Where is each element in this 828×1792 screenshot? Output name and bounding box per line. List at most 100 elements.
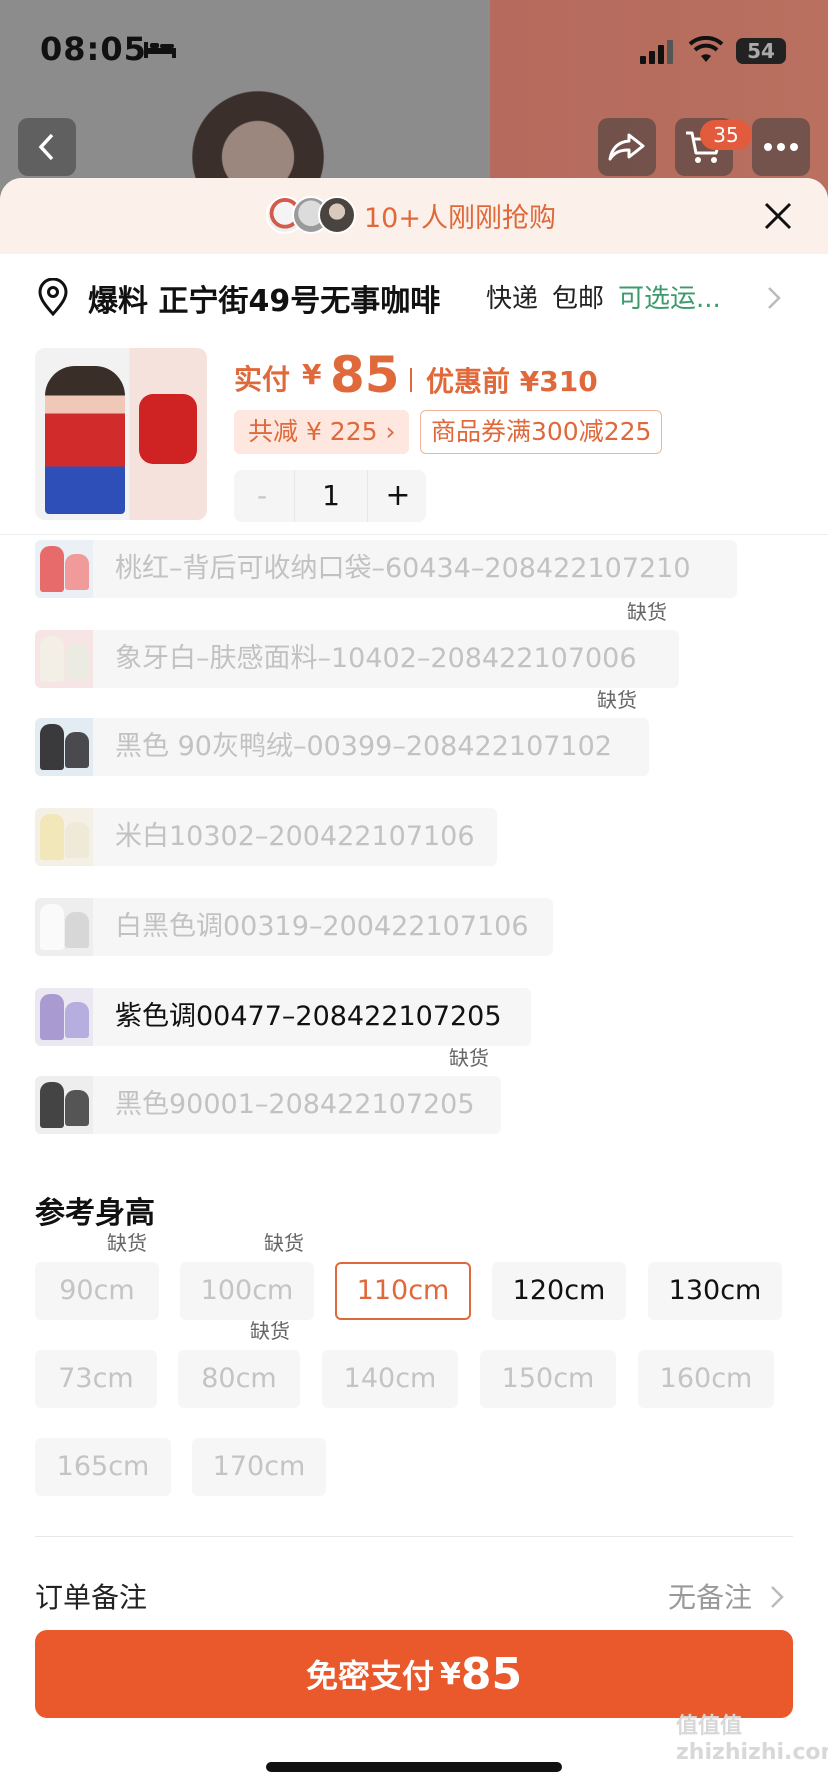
original-price: 优惠前 ¥310 (426, 365, 598, 398)
color-option-label: 象牙白–肤感面料–10402–208422107006 (115, 643, 637, 674)
size-option[interactable]: 150cm (480, 1350, 616, 1408)
shipping-fee: 包邮 (552, 284, 605, 314)
size-option[interactable]: 140cm (322, 1350, 458, 1408)
size-option-label: 140cm (343, 1363, 437, 1394)
color-option-thumbnail (35, 808, 93, 866)
quantity-increase-button[interactable]: + (370, 470, 426, 522)
color-option[interactable]: 黑色90001–208422107205 缺货 (35, 1046, 501, 1134)
pay-amount: 85 (460, 1648, 523, 1700)
sku-selection-sheet: 10+人刚刚抢购 爆料 正宁街49号无事咖啡 快递 包邮 可选运... 实付 ¥… (0, 178, 828, 1792)
size-option-label: 165cm (56, 1451, 150, 1482)
pay-button-label: 免密支付 (305, 1657, 434, 1695)
total-discount-button[interactable]: 共减 ¥ 225 › (234, 410, 410, 454)
more-options-button[interactable] (752, 118, 810, 176)
close-icon[interactable] (756, 194, 800, 238)
size-option-label: 150cm (501, 1363, 595, 1394)
out-of-stock-label: 缺货 (264, 1231, 304, 1255)
watermark: 值值值 zhizhizhi.com (676, 1714, 828, 1765)
color-option[interactable]: 白黑色调00319–200422107106 (35, 898, 553, 956)
pay-button[interactable]: 免密支付 ¥ 85 (35, 1630, 793, 1718)
color-option[interactable]: 米白10302–200422107106 (35, 808, 497, 866)
size-option-label: 170cm (212, 1451, 306, 1482)
chevron-right-icon (771, 1586, 784, 1608)
chevron-right-icon (768, 287, 781, 309)
size-option-label: 130cm (668, 1275, 762, 1306)
buyer-avatars (266, 196, 358, 234)
color-option-label: 紫色调00477–208422107205 (115, 1001, 502, 1032)
size-option[interactable]: 160cm (638, 1350, 774, 1408)
product-thumbnail[interactable] (35, 348, 207, 520)
wifi-icon (688, 36, 724, 62)
divider (0, 534, 828, 535)
order-remark-value[interactable]: 无备注 (668, 1576, 752, 1616)
quantity-decrease-button[interactable]: - (234, 470, 290, 522)
address-name: 爆料 正宁街49号无事咖啡 (88, 284, 441, 319)
size-option[interactable]: 110cm (335, 1262, 471, 1320)
color-option[interactable]: 桃红–背后可收纳口袋–60434–208422107210 (35, 540, 737, 598)
size-option-label: 100cm (200, 1275, 294, 1306)
pay-currency: ¥ (439, 1656, 461, 1692)
color-option-thumbnail (35, 1076, 93, 1134)
height-section-title: 参考身高 (35, 1196, 155, 1231)
price-currency: ¥ (302, 358, 322, 391)
cart-count-badge: 35 (700, 120, 752, 150)
out-of-stock-label: 缺货 (449, 1046, 489, 1070)
size-option[interactable]: 170cm (192, 1438, 326, 1496)
color-option-label: 米白10302–200422107106 (115, 821, 475, 852)
out-of-stock-label: 缺货 (597, 688, 637, 712)
color-option-thumbnail (35, 898, 93, 956)
delivery-method: 快递 (486, 284, 539, 314)
divider (35, 1536, 793, 1537)
product-jacket-image (139, 394, 197, 464)
out-of-stock-label: 缺货 (107, 1231, 147, 1255)
size-option[interactable]: 130cm (648, 1262, 782, 1320)
coupon-tag: 商品券满300减225 (420, 410, 663, 454)
share-button[interactable] (598, 118, 656, 176)
shipping-option-link[interactable]: 可选运... (618, 278, 721, 315)
price-value: 85 (330, 346, 400, 404)
price-divider (410, 368, 412, 392)
cellular-signal-icon (640, 40, 673, 64)
quantity-stepper: - 1 + (234, 470, 426, 522)
out-of-stock-label: 缺货 (627, 600, 667, 624)
size-option-label: 90cm (59, 1275, 135, 1306)
size-option-label: 73cm (58, 1363, 134, 1394)
status-time: 08:05 (40, 30, 147, 68)
more-dots-icon (764, 143, 798, 151)
size-option[interactable]: 165cm (35, 1438, 171, 1496)
size-option[interactable]: 73cm (35, 1350, 157, 1408)
size-option[interactable]: 80cm 缺货 (178, 1319, 300, 1408)
size-option[interactable]: 100cm 缺货 (180, 1231, 314, 1320)
color-option-thumbnail (35, 988, 93, 1046)
product-model-image (45, 366, 125, 514)
color-option[interactable]: 紫色调00477–208422107205 (35, 988, 531, 1046)
size-option-label: 80cm (201, 1363, 277, 1394)
recent-buyers-text: 10+人刚刚抢购 (364, 203, 556, 234)
color-option-label: 黑色90001–208422107205 (115, 1089, 475, 1120)
back-button[interactable] (18, 118, 76, 176)
sleep-mode-icon (144, 42, 176, 58)
avatar (318, 196, 356, 234)
out-of-stock-label: 缺货 (250, 1319, 290, 1343)
size-option[interactable]: 90cm 缺货 (35, 1231, 159, 1320)
color-option-label: 桃红–背后可收纳口袋–60434–208422107210 (115, 553, 691, 584)
order-remark-label: 订单备注 (35, 1581, 148, 1614)
color-option[interactable]: 象牙白–肤感面料–10402–208422107006 缺货 (35, 600, 679, 688)
color-option-thumbnail (35, 630, 93, 688)
size-option-label: 160cm (659, 1363, 753, 1394)
chevron-left-icon (38, 133, 54, 161)
recent-buyers-banner: 10+人刚刚抢购 (0, 178, 828, 254)
price-label: 实付 (234, 363, 291, 396)
quantity-value[interactable]: 1 (294, 470, 368, 522)
battery-indicator: 54 (736, 38, 786, 64)
color-option[interactable]: 黑色 90灰鸭绒–00399–208422107102 缺货 (35, 688, 649, 776)
color-option-label: 白黑色调00319–200422107106 (115, 911, 529, 942)
color-option-thumbnail (35, 540, 93, 598)
size-option[interactable]: 120cm (492, 1262, 626, 1320)
size-option-label: 110cm (356, 1275, 450, 1306)
color-option-label: 黑色 90灰鸭绒–00399–208422107102 (115, 731, 612, 762)
address-row[interactable]: 爆料 正宁街49号无事咖啡 快递 包邮 可选运... (0, 254, 828, 342)
home-indicator (266, 1762, 562, 1772)
color-option-thumbnail (35, 718, 93, 776)
location-pin-icon (38, 278, 68, 316)
